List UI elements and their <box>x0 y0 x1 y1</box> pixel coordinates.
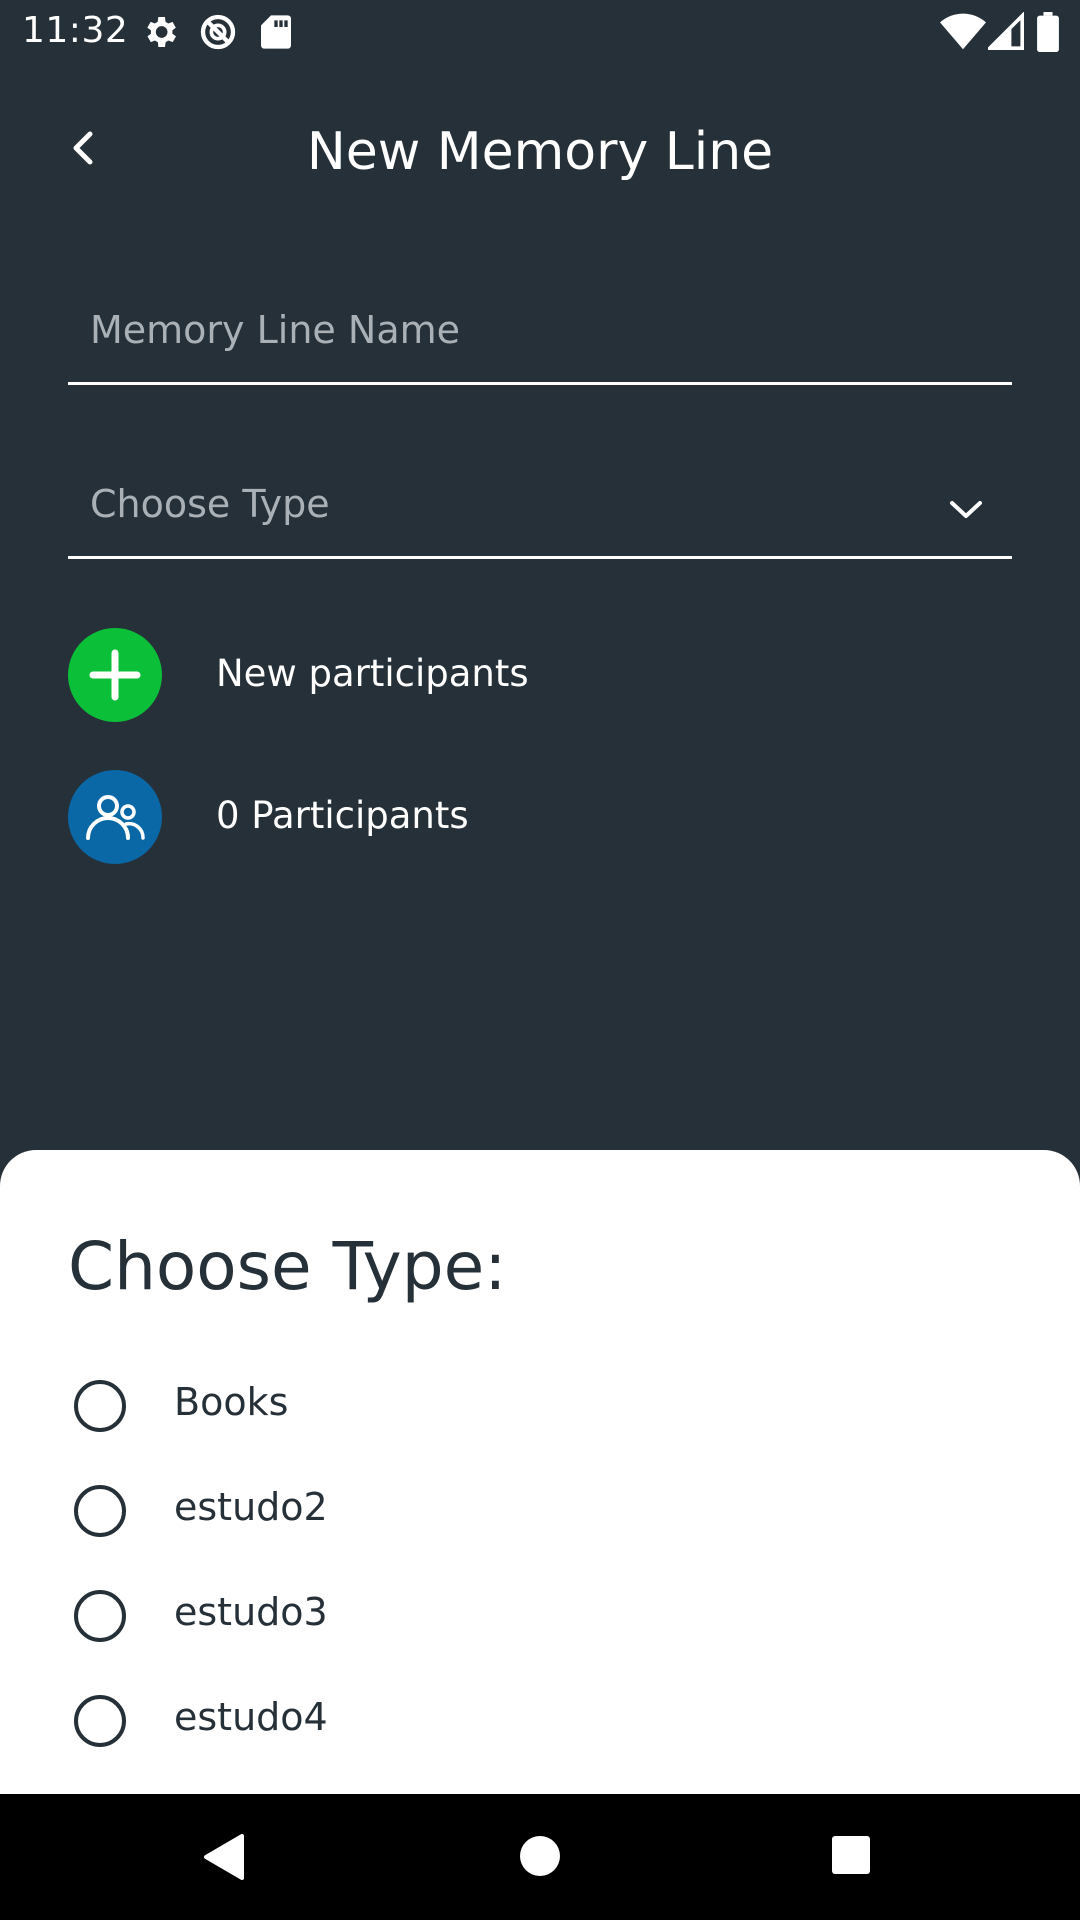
option-estudo2[interactable]: estudo2 <box>72 1479 972 1551</box>
add-participant-circle[interactable] <box>68 628 162 722</box>
status-bar: 11:32 <box>0 0 1080 64</box>
screen: 11:32 New Memory Line Memory Line Name C… <box>0 0 1080 1920</box>
new-participants-button[interactable]: New participants <box>68 628 968 724</box>
participants-count-label: 0 Participants <box>216 794 469 837</box>
option-estudo3[interactable]: estudo3 <box>72 1584 972 1656</box>
choose-type-sheet: Choose Type: Books estudo2 estudo3 estud… <box>0 1150 1080 1794</box>
navigation-bar <box>0 1794 1080 1920</box>
participants-count-row[interactable]: 0 Participants <box>68 770 968 866</box>
back-triangle-icon[interactable] <box>200 1832 250 1882</box>
page-title: New Memory Line <box>306 122 774 182</box>
option-label: estudo4 <box>174 1695 328 1739</box>
choose-type-dropdown[interactable]: Choose Type <box>68 476 1012 559</box>
wifi-icon <box>940 13 986 50</box>
plus-icon <box>89 649 141 701</box>
radio-button[interactable] <box>74 1485 126 1537</box>
status-time: 11:32 <box>22 10 129 51</box>
battery-icon <box>1037 12 1059 52</box>
option-estudo4[interactable]: estudo4 <box>72 1689 972 1761</box>
gear-icon <box>147 17 176 47</box>
chevron-down-icon <box>950 501 982 518</box>
radio-button[interactable] <box>74 1380 126 1432</box>
radio-button[interactable] <box>74 1695 126 1747</box>
memory-line-name-placeholder: Memory Line Name <box>90 308 460 352</box>
new-participants-label: New participants <box>216 652 529 695</box>
people-icon <box>86 795 145 840</box>
choose-type-placeholder: Choose Type <box>90 482 330 526</box>
do-not-disturb-icon <box>200 14 236 50</box>
sd-card-icon <box>261 15 291 49</box>
option-label: estudo2 <box>174 1485 328 1529</box>
option-books[interactable]: Books <box>72 1374 972 1446</box>
participants-circle[interactable] <box>68 770 162 864</box>
option-label: estudo3 <box>174 1590 328 1634</box>
signal-icon <box>988 12 1024 50</box>
radio-button[interactable] <box>74 1590 126 1642</box>
recents-square-icon[interactable] <box>826 1830 876 1880</box>
sheet-title: Choose Type: <box>68 1228 507 1305</box>
home-circle-icon[interactable] <box>514 1830 566 1882</box>
option-label: Books <box>174 1380 289 1424</box>
memory-line-name-field[interactable]: Memory Line Name <box>68 302 1012 385</box>
